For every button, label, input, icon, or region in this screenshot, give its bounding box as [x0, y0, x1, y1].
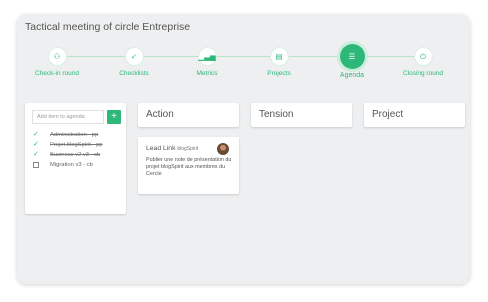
add-item-button[interactable]: +	[107, 110, 121, 124]
agenda-item-text: Projet blogSpirit - pp	[50, 142, 103, 148]
agenda-item[interactable]: ✓ Administration - pp	[33, 131, 121, 139]
step-label: Metrics	[196, 70, 218, 77]
page-title: Tactical meeting of circle Entreprise	[25, 21, 191, 33]
card-role: Lead Link	[146, 145, 176, 152]
card-title: Lead Link blogSpirit	[146, 145, 198, 152]
card-circle: blogSpirit	[177, 146, 199, 152]
step-metrics[interactable]: ▁▃▅ Metrics	[167, 44, 247, 77]
step-label: Checklists	[119, 70, 149, 77]
add-item-row: +	[32, 110, 121, 124]
avatar	[217, 143, 229, 155]
agenda-item-text: Administration - pp	[50, 132, 99, 138]
meeting-window: Tactical meeting of circle Entreprise ⚇ …	[17, 14, 470, 284]
agenda-item[interactable]: ✓ Business v2 v3 - cb	[33, 151, 121, 159]
step-check-in-round[interactable]: ⚇ Check-in round	[17, 44, 97, 77]
add-item-input[interactable]	[32, 110, 104, 124]
calendar-icon: ▤	[270, 48, 288, 65]
checkbox[interactable]	[33, 162, 39, 168]
users-icon: ⚇	[48, 48, 66, 65]
agenda-panel: + ✓ Administration - pp ✓ Projet blogSpi…	[25, 103, 126, 214]
agenda-item-text: Business v2 v3 - cb	[50, 152, 101, 158]
check-icon[interactable]: ✓	[33, 151, 39, 159]
check-icon[interactable]: ✓	[33, 141, 39, 149]
step-checklists[interactable]: ✓ Checklists	[94, 44, 174, 77]
action-card[interactable]: Lead Link blogSpirit Publier une note de…	[138, 137, 239, 194]
step-agenda[interactable]: ☰ Agenda	[312, 44, 392, 79]
step-label: Check-in round	[34, 70, 80, 77]
check-icon[interactable]: ✓	[33, 131, 39, 139]
agenda-item[interactable]: Migration v3 - cb	[33, 161, 121, 169]
agenda-item-text: Migration v3 - cb	[50, 162, 93, 168]
step-label: Agenda	[339, 72, 365, 79]
step-label: Projects	[267, 70, 291, 77]
agenda-item[interactable]: ✓ Projet blogSpirit - pp	[33, 141, 121, 149]
card-description: Publier une note de présentation du proj…	[146, 157, 232, 177]
column-project-header: Project	[364, 103, 465, 127]
column-action-header: Action	[138, 103, 239, 127]
step-closing-round[interactable]: ⏻ Closing round	[383, 44, 463, 77]
step-label: Closing round	[402, 70, 444, 77]
step-projects[interactable]: ▤ Projects	[239, 44, 319, 77]
check-circle-icon: ✓	[125, 48, 143, 65]
list-icon: ☰	[339, 44, 365, 69]
column-tension-header: Tension	[251, 103, 352, 127]
meeting-steps: ⚇ Check-in round ✓ Checklists ▁▃▅ Metric…	[17, 44, 470, 99]
agenda-list: ✓ Administration - pp ✓ Projet blogSpiri…	[33, 131, 121, 171]
power-icon: ⏻	[414, 48, 432, 65]
bar-chart-icon: ▁▃▅	[198, 48, 216, 65]
